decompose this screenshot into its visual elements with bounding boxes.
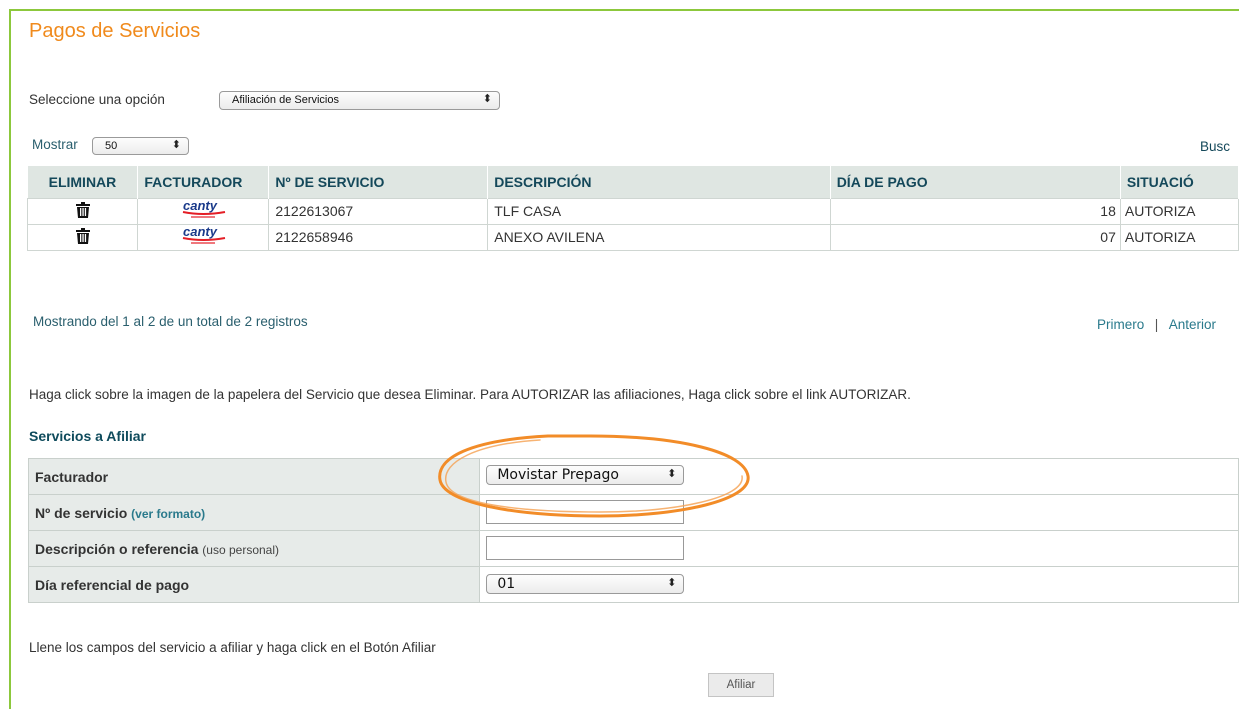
desc-value-cell	[479, 530, 1239, 567]
col-eliminar: ELIMINAR	[27, 166, 139, 198]
col-day: DÍA DE PAGO	[830, 166, 1121, 198]
table-header-row: ELIMINAR FACTURADOR Nº DE SERVICIO DESCR…	[27, 166, 1239, 198]
show-label: Mostrar	[32, 137, 78, 152]
col-facturador: FACTURADOR	[137, 166, 270, 198]
canty-logo: canty	[169, 198, 237, 221]
service-description: TLF CASA	[487, 197, 831, 225]
delete-cell	[26, 197, 139, 225]
biller-cell: canty	[137, 197, 270, 225]
service-number: 2122613067	[268, 197, 489, 225]
option-select-value: Afiliación de Servicios	[232, 94, 339, 106]
day-select-value: 01	[497, 576, 516, 592]
service-description: ANEXO AVILENA	[487, 223, 831, 251]
desc-note: (uso personal)	[202, 542, 280, 557]
day-value-cell: 01 ⬍	[479, 566, 1239, 603]
first-page-link[interactable]: Primero	[1097, 317, 1144, 332]
help-text: Haga click sobre la imagen de la papeler…	[29, 387, 911, 402]
status-link[interactable]: AUTORIZA	[1119, 223, 1239, 251]
desc-label: Descripción o referencia	[35, 540, 199, 557]
service-number: 2122658946	[268, 223, 489, 251]
table-row: canty 2122613067 TLF CASA 18 AUTORIZA	[26, 197, 1239, 225]
trash-icon[interactable]	[75, 227, 90, 247]
pagination-nav: Primero | Anterior	[1097, 316, 1216, 334]
col-service: Nº DE SERVICIO	[268, 166, 489, 198]
desc-label-cell: Descripción o referencia (uso personal)	[27, 530, 481, 567]
services-table: ELIMINAR FACTURADOR Nº DE SERVICIO DESCR…	[26, 166, 1239, 251]
canty-logo-text: canty	[183, 199, 218, 213]
view-format-link[interactable]: (ver formato)	[131, 507, 205, 521]
search-label[interactable]: Busc	[1200, 139, 1230, 154]
description-input[interactable]	[486, 536, 685, 560]
pagination-summary: Mostrando del 1 al 2 de un total de 2 re…	[33, 314, 308, 329]
pagination-separator: |	[1154, 317, 1159, 332]
previous-page-link[interactable]: Anterior	[1169, 317, 1216, 332]
table-row: canty 2122658946 ANEXO AVILENA 07 AUTORI…	[26, 223, 1239, 251]
form-row-day: Día referencial de pago 01 ⬍	[27, 566, 1239, 603]
chevron-updown-icon: ⬍	[482, 93, 492, 105]
show-select[interactable]: 50 ⬍	[92, 137, 189, 155]
chevron-updown-icon: ⬍	[667, 576, 677, 589]
service-label-cell: Nº de servicio (ver formato)	[27, 494, 481, 531]
biller-cell: canty	[137, 223, 270, 251]
page-title: Pagos de Servicios	[29, 20, 201, 42]
chevron-updown-icon: ⬍	[171, 139, 181, 151]
payment-day: 07	[829, 223, 1121, 251]
col-description: DESCRIPCIÓN	[487, 166, 831, 198]
day-label: Día referencial de pago	[27, 566, 481, 603]
status-link[interactable]: AUTORIZA	[1119, 197, 1239, 225]
form-row-description: Descripción o referencia (uso personal)	[27, 530, 1239, 567]
option-select[interactable]: Afiliación de Servicios ⬍	[219, 91, 500, 110]
afiliar-button[interactable]: Afiliar	[708, 673, 774, 697]
option-label: Seleccione una opción	[29, 92, 165, 107]
col-status: SITUACIÓ	[1120, 166, 1239, 198]
footer-instructions: Llene los campos del servicio a afiliar …	[29, 640, 436, 655]
form-heading: Servicios a Afiliar	[29, 428, 146, 444]
canty-logo: canty	[169, 224, 237, 247]
content-frame	[9, 9, 1239, 709]
delete-cell	[26, 223, 139, 251]
trash-icon[interactable]	[75, 201, 90, 221]
show-select-value: 50	[105, 140, 118, 152]
day-select[interactable]: 01 ⬍	[486, 574, 685, 594]
service-label: Nº de servicio	[35, 504, 128, 521]
payment-day: 18	[829, 197, 1121, 225]
biller-label: Facturador	[27, 458, 481, 495]
canty-logo-text: canty	[183, 225, 218, 239]
annotation-ellipse	[438, 434, 750, 518]
